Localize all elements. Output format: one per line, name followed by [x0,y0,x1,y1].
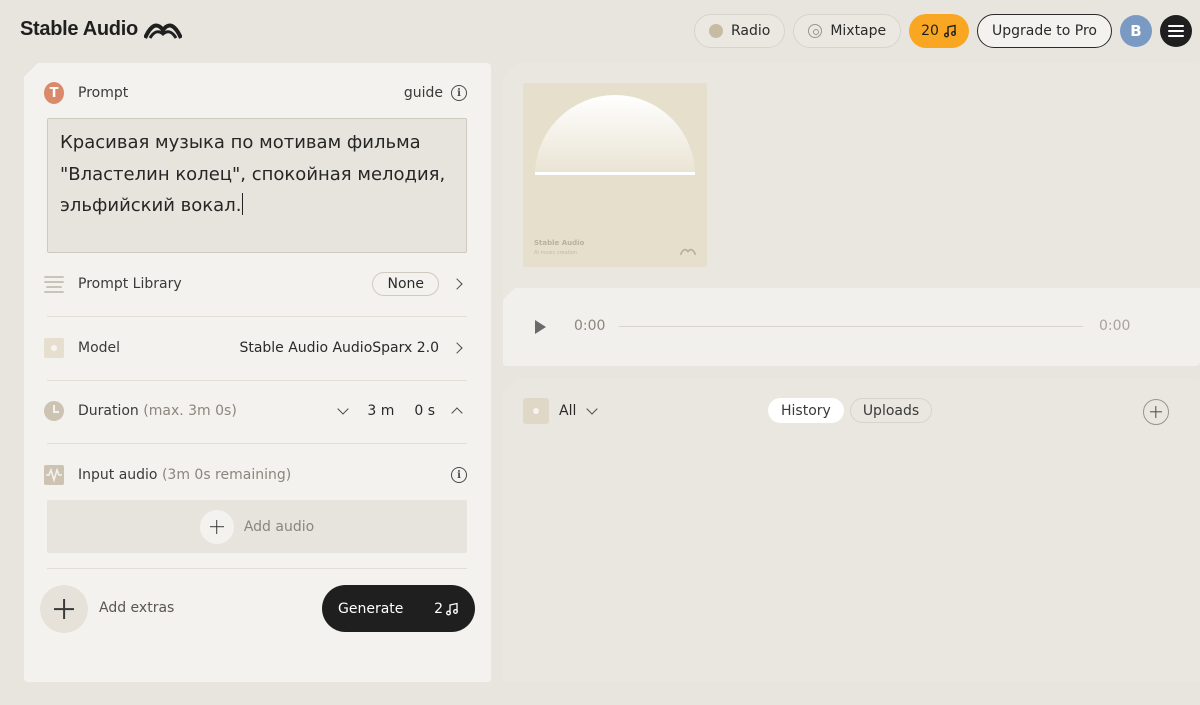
credits-badge[interactable]: 20 [909,14,969,48]
library-tabs: History Uploads [768,398,933,423]
library-panel: All History Uploads [503,379,1200,682]
divider [47,568,467,569]
cover-subtitle: AI music creation [534,250,578,256]
prompt-input[interactable]: Красивая музыка по мотивам фильма "Власт… [47,118,467,253]
text-icon: T [44,82,64,104]
duration-seconds[interactable]: 0 s [414,403,435,419]
generate-cost-value: 2 [434,600,443,617]
tab-history[interactable]: History [768,398,844,423]
duration-row: Duration (max. 3m 0s) 3 m 0 s [44,401,467,421]
music-note-icon [943,24,956,38]
generation-form: T Prompt guide i Красивая музыка по моти… [24,63,491,682]
hamburger-icon [1168,25,1184,27]
mixtape-button[interactable]: Mixtape [793,14,902,48]
prompt-header: T Prompt guide i [44,82,467,104]
model-value: Stable Audio AudioSparx 2.0 [239,340,439,356]
guide-link[interactable]: guide i [404,85,467,101]
prompt-library-label: Prompt Library [78,276,182,292]
prompt-library-value[interactable]: None [372,272,439,296]
filter-label: All [559,403,577,419]
divider [47,380,467,381]
play-icon[interactable] [535,320,546,334]
generate-cost: 2 [434,601,459,617]
radio-button[interactable]: Radio [693,14,786,48]
wave-logo-icon [680,248,696,256]
current-time: 0:00 [574,318,606,334]
avatar[interactable]: B [1120,15,1152,47]
guide-label: guide [403,85,443,101]
total-time: 0:00 [1099,318,1131,334]
sun-art-icon [535,95,695,175]
divider [47,443,467,444]
input-audio-hint: (3m 0s remaining) [161,467,292,483]
prompt-text: Красивая музыка по мотивам фильма "Власт… [60,132,446,216]
radio-icon [708,24,723,38]
chevron-up-icon[interactable] [451,407,463,419]
info-icon: i [451,85,467,101]
waveform-icon [44,465,64,485]
tab-uploads[interactable]: Uploads [849,398,933,423]
model-icon [44,338,64,358]
prompt-library-row[interactable]: Prompt Library None [44,272,467,296]
prompt-label: Prompt [78,85,129,101]
text-caret [242,193,244,215]
track-cover: Stable Audio AI music creation [523,83,707,267]
music-note-icon [446,602,458,615]
header-actions: Radio Mixtape 20 Upgrade to Pro B [693,14,1192,48]
top-bar: Stable Audio Radio Mixtape 20 Upgrade to… [0,0,1200,62]
horizon-line [535,172,695,175]
brand-name: Stable Audio [20,18,138,40]
clock-icon [44,401,64,421]
generate-label: Generate [338,600,404,617]
chevron-down-icon [586,403,599,415]
preview-panel: Stable Audio AI music creation 0:00 0:00 [503,63,1200,366]
info-icon[interactable]: i [451,467,467,483]
model-row[interactable]: Model Stable Audio AudioSparx 2.0 [44,338,467,358]
chevron-right-icon [451,342,463,354]
list-icon [44,274,64,294]
disc-icon [808,24,823,38]
divider [47,316,467,317]
credits-count: 20 [921,23,939,39]
audio-player: 0:00 0:00 [503,288,1200,366]
cover-title: Stable Audio [534,239,585,247]
chevron-down-icon[interactable] [337,403,350,415]
progress-bar[interactable] [619,326,1083,327]
input-audio-row: Input audio (3m 0s remaining) i [44,465,467,485]
duration-minutes[interactable]: 3 m [367,403,394,419]
add-extras-button[interactable] [40,585,88,633]
model-label: Model [78,340,121,356]
chevron-right-icon [451,278,463,290]
upgrade-button[interactable]: Upgrade to Pro [976,14,1112,48]
plus-icon [199,509,234,544]
duration-hint: (max. 3m 0s) [143,403,237,419]
wave-logo-icon [143,23,182,39]
add-extras-label: Add extras [99,600,175,616]
filter-dropdown[interactable]: All [523,398,599,424]
menu-button[interactable] [1160,15,1192,47]
brand-logo[interactable]: Stable Audio [20,18,182,41]
add-audio-label: Add audio [243,518,315,535]
generate-button[interactable]: Generate 2 [322,585,475,632]
duration-label: Duration [78,403,139,419]
duration-controls: 3 m 0 s [337,403,467,419]
input-audio-label: Input audio [78,467,158,483]
mixtape-label: Mixtape [830,23,887,39]
add-audio-button[interactable]: Add audio [47,500,467,553]
add-track-button[interactable] [1143,399,1169,425]
model-icon [523,398,549,424]
radio-label: Radio [730,23,771,39]
